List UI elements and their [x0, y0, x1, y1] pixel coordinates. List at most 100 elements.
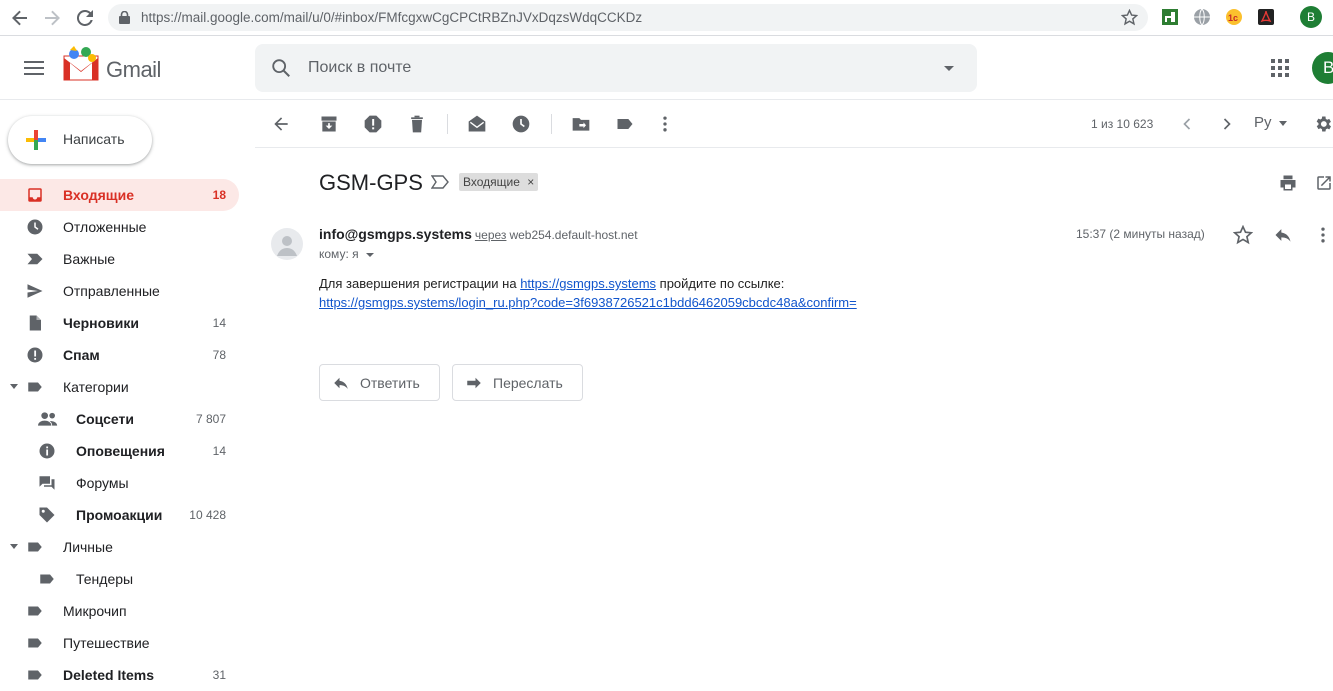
- site-link[interactable]: https://gsmgps.systems: [520, 276, 656, 291]
- via-host: web254.default-host.net: [509, 228, 638, 242]
- toolbar-divider: [447, 114, 448, 134]
- forward-arrow-icon[interactable]: [42, 8, 62, 28]
- sidebar-item-important[interactable]: Важные: [0, 243, 239, 275]
- sidebar-item-label: Спам: [63, 347, 100, 363]
- sidebar-item-travel[interactable]: Путешествие: [0, 627, 239, 659]
- importance-marker-icon[interactable]: [431, 175, 449, 189]
- compose-label: Написать: [63, 131, 125, 147]
- pdf-extension-icon[interactable]: [1257, 8, 1275, 26]
- sidebar-item-personal[interactable]: Личные: [0, 531, 239, 563]
- language-dropdown-icon[interactable]: [1279, 121, 1287, 126]
- search-icon[interactable]: [270, 57, 292, 79]
- main-menu-icon[interactable]: [24, 60, 44, 76]
- sidebar-item-microchip[interactable]: Микрочип: [0, 595, 239, 627]
- plus-icon: [24, 128, 48, 152]
- archive-icon[interactable]: [319, 114, 339, 134]
- label-icon: [26, 538, 44, 556]
- message-body: Для завершения регистрации на https://gs…: [319, 274, 857, 312]
- compose-button[interactable]: Написать: [8, 116, 152, 164]
- sidebar-item-count: 31: [212, 668, 226, 682]
- label-as-icon[interactable]: [615, 114, 635, 134]
- recipients-text: кому: я: [319, 247, 359, 261]
- sidebar-item-forums[interactable]: Форумы: [0, 467, 239, 499]
- move-to-icon[interactable]: [571, 114, 591, 134]
- browser-toolbar: https://mail.google.com/mail/u/0/#inbox/…: [0, 0, 1333, 36]
- gmail-logo-text: Gmail: [106, 57, 161, 82]
- sidebar-item-sent[interactable]: Отправленные: [0, 275, 239, 307]
- back-arrow-icon[interactable]: [10, 8, 30, 28]
- address-bar[interactable]: https://mail.google.com/mail/u/0/#inbox/…: [108, 4, 1148, 31]
- expand-caret-icon[interactable]: [10, 544, 18, 549]
- sidebar-item-categories[interactable]: Категории: [0, 371, 239, 403]
- gmail-logo-icon[interactable]: [62, 46, 102, 82]
- draft-icon: [26, 314, 44, 332]
- account-avatar[interactable]: B: [1312, 52, 1333, 84]
- toolbar-divider: [551, 114, 552, 134]
- message-more-vert-icon[interactable]: [1313, 225, 1333, 245]
- search-input[interactable]: Поиск в почте: [308, 59, 411, 77]
- via-link[interactable]: через: [475, 228, 507, 242]
- forward-button[interactable]: Переслать: [452, 364, 583, 401]
- send-icon: [26, 282, 44, 300]
- expand-caret-icon[interactable]: [10, 384, 18, 389]
- reply-button[interactable]: Ответить: [319, 364, 440, 401]
- reply-icon[interactable]: [1273, 225, 1293, 245]
- inbox-label-chip[interactable]: Входящие ×: [459, 173, 539, 191]
- extension-green-icon[interactable]: [1161, 8, 1179, 26]
- apps-grid-icon[interactable]: [1271, 59, 1289, 77]
- print-icon[interactable]: [1279, 174, 1297, 192]
- sidebar-item-count: 78: [212, 348, 226, 362]
- settings-gear-icon[interactable]: [1313, 114, 1333, 134]
- sidebar-item-spam[interactable]: Спам 78: [0, 339, 239, 371]
- search-options-dropdown-icon[interactable]: [944, 66, 954, 71]
- newer-chevron-left-icon[interactable]: [1177, 114, 1197, 134]
- star-icon[interactable]: [1233, 225, 1253, 245]
- mark-unread-icon[interactable]: [467, 114, 487, 134]
- open-new-window-icon[interactable]: [1315, 174, 1333, 192]
- clock-icon: [26, 218, 44, 236]
- pagination-text: 1 из 10 623: [1091, 117, 1154, 131]
- sidebar-item-updates[interactable]: Оповещения 14: [0, 435, 239, 467]
- sidebar-item-label: Промоакции: [76, 507, 163, 523]
- input-language-select[interactable]: Ру: [1254, 114, 1272, 131]
- more-vert-icon[interactable]: [655, 114, 675, 134]
- bookmark-star-icon[interactable]: [1121, 9, 1138, 26]
- sidebar-item-label: Черновики: [63, 315, 140, 331]
- reply-arrow-icon: [332, 374, 350, 392]
- recipients-line[interactable]: кому: я: [319, 247, 374, 261]
- delete-icon[interactable]: [407, 114, 427, 134]
- label-icon: [26, 602, 44, 620]
- snooze-clock-icon[interactable]: [511, 114, 531, 134]
- sender-avatar[interactable]: [271, 228, 303, 260]
- sidebar-item-label: Отправленные: [63, 283, 160, 299]
- reload-icon[interactable]: [75, 8, 95, 28]
- older-chevron-right-icon[interactable]: [1217, 114, 1237, 134]
- forward-label: Переслать: [493, 375, 563, 391]
- search-box[interactable]: Поиск в почте: [255, 44, 977, 92]
- sidebar-item-inbox[interactable]: Входящие 18: [0, 179, 239, 211]
- sidebar-item-count: 14: [212, 444, 226, 458]
- globe-extension-icon[interactable]: [1193, 8, 1211, 26]
- svg-text:1c: 1c: [1228, 13, 1238, 23]
- sidebar-item-drafts[interactable]: Черновики 14: [0, 307, 239, 339]
- sidebar-item-snoozed[interactable]: Отложенные: [0, 211, 239, 243]
- sidebar-item-social[interactable]: Соцсети 7 807: [0, 403, 239, 435]
- remove-label-icon[interactable]: ×: [527, 175, 534, 189]
- forward-arrow-icon: [465, 374, 483, 392]
- sidebar-item-label: Важные: [63, 251, 116, 267]
- sidebar-item-label: Тендеры: [76, 571, 134, 587]
- label-icon: [26, 666, 44, 684]
- sidebar-item-tenders[interactable]: Тендеры: [0, 563, 239, 595]
- sender-line: info@gsmgps.systems через web254.default-h…: [319, 226, 638, 242]
- back-to-inbox-icon[interactable]: [271, 114, 291, 134]
- 1c-extension-icon[interactable]: 1c: [1225, 8, 1243, 26]
- browser-profile-avatar[interactable]: B: [1300, 6, 1322, 28]
- report-spam-icon[interactable]: [363, 114, 383, 134]
- sender-email[interactable]: info@gsmgps.systems: [319, 226, 472, 242]
- show-details-dropdown-icon[interactable]: [365, 252, 374, 257]
- label-icon: [38, 570, 56, 588]
- sidebar-item-deleted-items[interactable]: Deleted Items 31: [0, 659, 239, 691]
- confirm-link[interactable]: https://gsmgps.systems/login_ru.php?code…: [319, 295, 857, 310]
- sidebar-item-label: Категории: [63, 379, 129, 395]
- sidebar-item-promotions[interactable]: Промоакции 10 428: [0, 499, 239, 531]
